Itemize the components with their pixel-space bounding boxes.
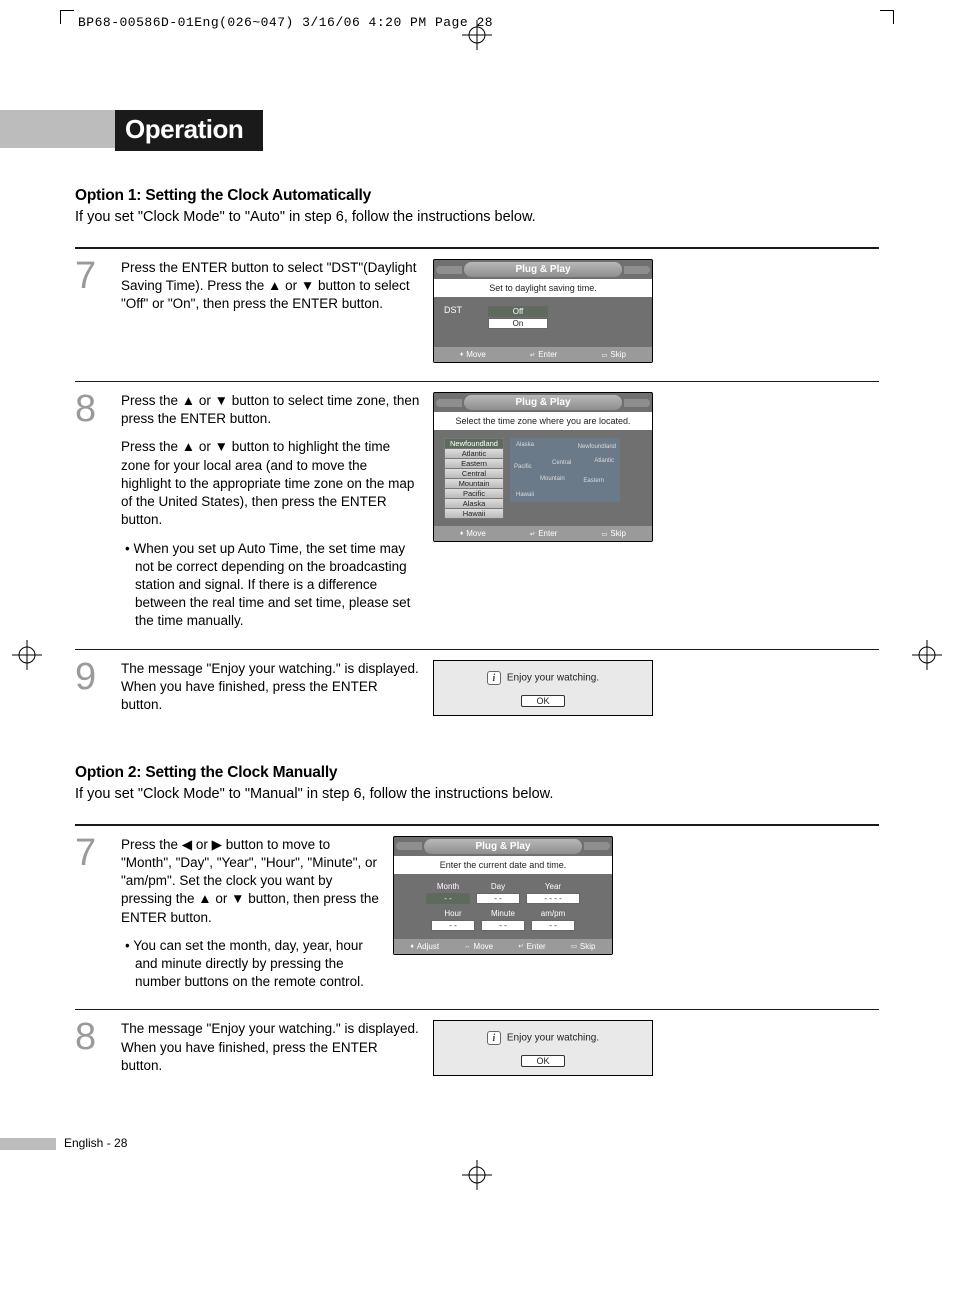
dt-label-ampm: am/pm [531, 909, 575, 918]
message-text: Enjoy your watching. [507, 672, 599, 683]
tz-item: Hawaii [444, 508, 504, 519]
step-number: 9 [75, 660, 109, 694]
info-icon: i [487, 671, 501, 685]
step-text: The message "Enjoy your watching." is di… [121, 660, 421, 715]
dt-val-ampm: - - [531, 920, 575, 931]
dst-option-off: Off [488, 306, 548, 317]
footer-skip: ▭Skip [601, 529, 626, 538]
dt-label-year: Year [526, 882, 580, 891]
footer-move: ♦Move [460, 529, 486, 538]
step-number: 7 [75, 836, 109, 870]
osd-title: Plug & Play [424, 839, 582, 854]
ok-button: OK [521, 1055, 564, 1067]
footer-skip: ▭Skip [601, 350, 626, 359]
osd-dst: Plug & Play Set to daylight saving time.… [433, 259, 653, 363]
step-8-auto: 8 Press the ▲ or ▼ button to select time… [75, 381, 879, 631]
option2-lead: If you set "Clock Mode" to "Manual" in s… [75, 786, 879, 802]
step-7-manual: 7 Press the ◀ or ▶ button to move to "Mo… [75, 824, 879, 992]
step-number: 7 [75, 259, 109, 293]
dt-val-hour: - - [431, 920, 475, 931]
footer-enter: ↵Enter [530, 350, 557, 359]
step-text-1: Press the ▲ or ▼ button to select time z… [121, 392, 421, 428]
footer-move: ♦Move [460, 350, 486, 359]
step-7-auto: 7 Press the ENTER button to select "DST"… [75, 247, 879, 363]
dt-label-hour: Hour [431, 909, 475, 918]
footer-enter: ↵Enter [530, 529, 557, 538]
timezone-list: Newfoundland Atlantic Eastern Central Mo… [444, 438, 504, 518]
step-9-auto: 9 The message "Enjoy your watching." is … [75, 649, 879, 716]
step-text: Press the ◀ or ▶ button to move to "Mont… [121, 836, 381, 927]
footer-adjust: ♦Adjust [411, 942, 440, 951]
step-text: The message "Enjoy your watching." is di… [121, 1020, 421, 1075]
step-bullet: • You can set the month, day, year, hour… [121, 937, 381, 992]
osd-prompt: Set to daylight saving time. [434, 279, 652, 297]
osd-timezone: Plug & Play Select the time zone where y… [433, 392, 653, 542]
step-8-manual: 8 The message "Enjoy your watching." is … [75, 1009, 879, 1076]
step-number: 8 [75, 1020, 109, 1054]
dt-val-minute: - - [481, 920, 525, 931]
message-text: Enjoy your watching. [507, 1033, 599, 1044]
dst-option-on: On [488, 318, 548, 329]
dst-label: DST [444, 305, 462, 315]
dt-label-day: Day [476, 882, 520, 891]
dt-val-day: - - [476, 893, 520, 904]
osd-title: Plug & Play [464, 262, 622, 277]
section-title: Operation [115, 110, 263, 151]
step-bullet: • When you set up Auto Time, the set tim… [121, 540, 421, 631]
osd-datetime: Plug & Play Enter the current date and t… [393, 836, 613, 955]
step-number: 8 [75, 392, 109, 426]
page-footer: English - 28 [75, 1136, 879, 1150]
step-text: Press the ENTER button to select "DST"(D… [121, 259, 421, 314]
dt-label-month: Month [426, 882, 470, 891]
dt-val-month: - - [426, 893, 470, 904]
message-box: i Enjoy your watching. OK [433, 660, 653, 716]
footer-move: ↔Move [464, 942, 493, 951]
section-header: Operation [75, 110, 879, 151]
timezone-map: Alaska Pacific Central Atlantic Newfound… [510, 438, 620, 502]
step-text-2: Press the ▲ or ▼ button to highlight the… [121, 438, 421, 529]
osd-prompt: Enter the current date and time. [394, 856, 612, 874]
option2-heading: Option 2: Setting the Clock Manually [75, 764, 879, 782]
option1-heading: Option 1: Setting the Clock Automaticall… [75, 187, 879, 205]
footer-enter: ↵Enter [518, 942, 545, 951]
footer-skip: ▭Skip [571, 942, 596, 951]
info-icon: i [487, 1031, 501, 1045]
ok-button: OK [521, 695, 564, 707]
osd-title: Plug & Play [464, 395, 622, 410]
dt-val-year: - - - - [526, 893, 580, 904]
message-box: i Enjoy your watching. OK [433, 1020, 653, 1076]
osd-prompt: Select the time zone where you are locat… [434, 412, 652, 430]
dt-label-minute: Minute [481, 909, 525, 918]
option1-lead: If you set "Clock Mode" to "Auto" in ste… [75, 209, 879, 225]
